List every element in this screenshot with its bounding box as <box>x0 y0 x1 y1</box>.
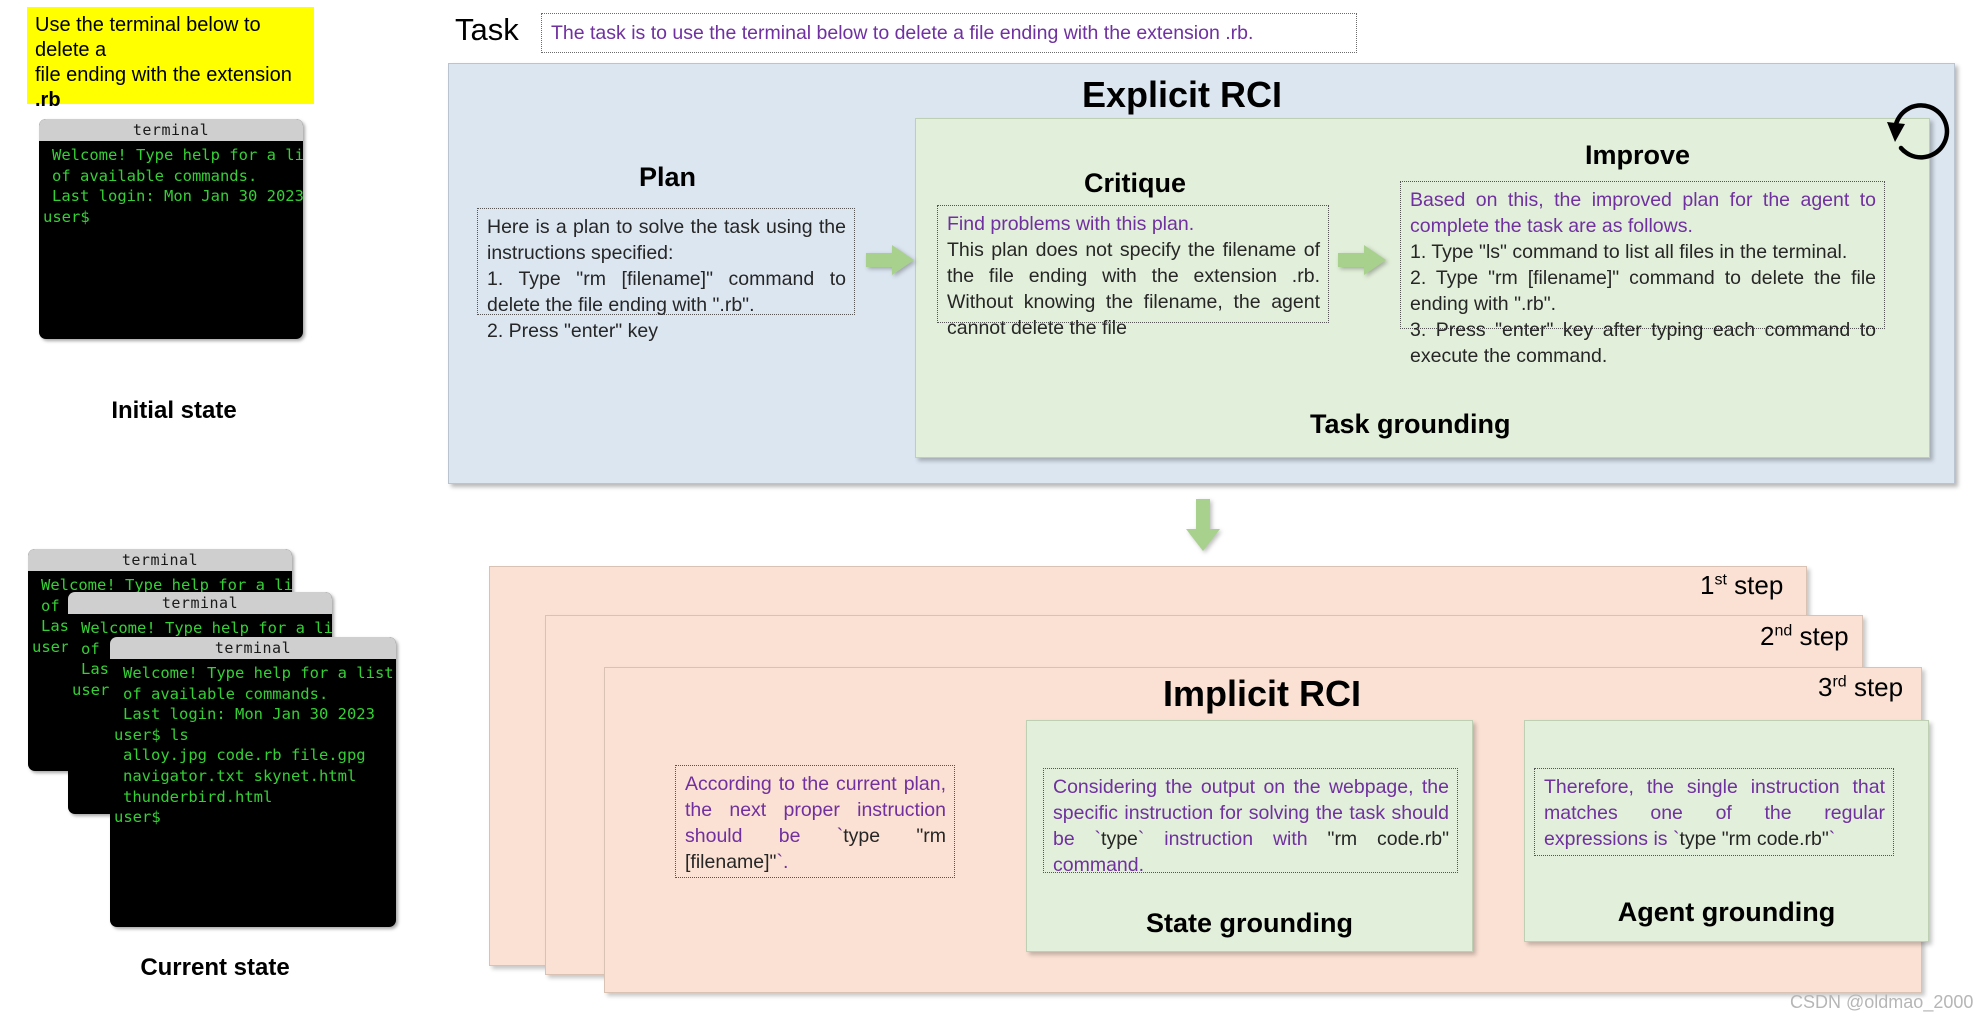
plan-line: 2. Press "enter" key <box>487 319 658 342</box>
state-grounding-text-box: Considering the output on the webpage, t… <box>1043 768 1458 876</box>
improve-title: Improve <box>1584 140 1691 170</box>
watermark: CSDN @oldmao_2000 <box>1790 992 1974 1012</box>
explicit-rci-title: Explicit RCI <box>1082 74 1283 115</box>
initial-state-label: Initial state <box>111 397 237 424</box>
implicit-box2-text: Considering the output on the webpage, t… <box>1053 775 1449 879</box>
terminal-titlebar: terminal <box>28 549 292 571</box>
implicit-box2-tail: command. <box>1053 853 1145 876</box>
step-ordinal-suffix: nd <box>1774 622 1793 640</box>
note-line-2-text: file ending with the extension <box>35 64 292 86</box>
refine-loop-icon <box>1887 103 1950 160</box>
implicit-box3-instruction: type "rm code.rb" <box>1679 827 1829 850</box>
task-description: The task is to use the terminal below to… <box>551 21 1254 44</box>
terminal-line: Welcome! Type help for a list <box>52 146 303 164</box>
improve-prompt: Based on this, the improved plan for the… <box>1410 189 1876 237</box>
implicit-box2-mid: ` instruction with <box>1137 827 1328 850</box>
plan-line: 1. Type "rm [filename]" command to delet… <box>487 267 846 316</box>
note-extension-bold: .rb <box>35 89 61 111</box>
terminal-line: Welcome! Type help for a list <box>81 619 332 637</box>
slide-canvas: Use the terminal below to delete a file … <box>0 0 1987 1025</box>
implicit-box1-tail: `. <box>776 850 789 873</box>
step-label-1: 1st step <box>1700 570 1783 601</box>
terminal-line: navigator.txt skynet.html <box>123 767 357 786</box>
implicit-box3-text: Therefore, the single instruction that m… <box>1544 775 1885 853</box>
implicit-box3-tail: ` <box>1828 827 1836 850</box>
task-label: Task <box>455 12 519 47</box>
step-label-2: 2nd step <box>1760 621 1849 652</box>
terminal-line: Last login: Mon Jan 30 2023 <box>52 187 303 206</box>
critique-prompt: Find problems with this plan. <box>947 213 1195 235</box>
agent-grounding-label: Agent grounding <box>1617 897 1836 927</box>
critique-text-box: Find problems with this plan. This plan … <box>937 205 1329 339</box>
task-text-box: The task is to use the terminal below to… <box>541 13 1357 53</box>
terminal-titlebar: terminal <box>39 119 303 141</box>
arrow-right-icon <box>866 245 914 275</box>
improve-step: 1. Type "ls" command to list all files i… <box>1410 240 1848 263</box>
implicit-plan-text-box: According to the current plan, the next … <box>675 765 955 878</box>
terminal-line: alloy.jpg code.rb file.gpg <box>123 746 366 765</box>
critique-title: Critique <box>1083 168 1186 198</box>
step-label-3: 3rd step <box>1818 672 1903 703</box>
terminal-line: of available commands. <box>123 684 329 703</box>
plan-title: Plan <box>638 162 697 192</box>
state-grounding-label: State grounding <box>1146 908 1353 938</box>
step-number: 3 <box>1818 672 1833 702</box>
improve-step: 3. Press "enter" key after typing each c… <box>1410 318 1876 367</box>
plan-text-box: Here is a plan to solve the task using t… <box>477 208 855 342</box>
step-word: step <box>1734 570 1784 600</box>
terminal-window-initial[interactable]: terminal Welcome! Type help for a list o… <box>39 119 303 339</box>
step-number: 2 <box>1760 621 1775 651</box>
terminal-prompt: user$ <box>43 207 90 226</box>
terminal-line: Welcome! Type help for a list <box>123 664 394 682</box>
step-word: step <box>1853 672 1904 702</box>
agent-grounding-text-box: Therefore, the single instruction that m… <box>1534 768 1894 856</box>
terminal-titlebar: terminal <box>68 592 332 614</box>
task-grounding-label: Task grounding <box>1310 409 1511 439</box>
terminal-prompt: user$ <box>114 808 161 827</box>
step-number: 1 <box>1700 570 1715 600</box>
plan-line: Here is a plan to solve the task using t… <box>487 216 846 264</box>
implicit-rci-title: Implicit RCI <box>1163 673 1362 714</box>
arrow-right-icon <box>1338 245 1386 275</box>
terminal-window-step3[interactable]: terminal Welcome! Type help for a list o… <box>110 637 396 927</box>
critique-body: This plan does not specify the filename … <box>947 238 1320 339</box>
implicit-box1-text: According to the current plan, the next … <box>685 772 946 876</box>
improve-text-box: Based on this, the improved plan for the… <box>1400 181 1885 367</box>
terminal-command-line: user$ ls <box>114 725 189 744</box>
arrow-down-icon <box>1186 499 1220 551</box>
improve-step: 2. Type "rm [filename]" command to delet… <box>1410 266 1876 315</box>
step-word: step <box>1799 621 1849 651</box>
terminal-output-step3: Welcome! Type help for a list of availab… <box>110 659 396 832</box>
current-state-label: Current state <box>140 954 290 981</box>
terminal-line: thunderbird.html <box>123 787 273 806</box>
implicit-box2-command: "rm code.rb" <box>1327 827 1449 850</box>
terminal-line: of available commands. <box>52 166 258 185</box>
terminal-output-initial: Welcome! Type help for a list of availab… <box>39 141 303 231</box>
task-instruction-note: Use the terminal below to delete a file … <box>27 7 314 111</box>
terminal-line: Last login: Mon Jan 30 2023 <box>123 705 375 724</box>
implicit-box2-instruction: type <box>1101 827 1138 850</box>
terminal-titlebar: terminal <box>110 637 396 659</box>
step-ordinal-suffix: rd <box>1832 673 1847 691</box>
step-ordinal-suffix: st <box>1714 571 1727 589</box>
note-line-1: Use the terminal below to delete a <box>35 14 261 61</box>
